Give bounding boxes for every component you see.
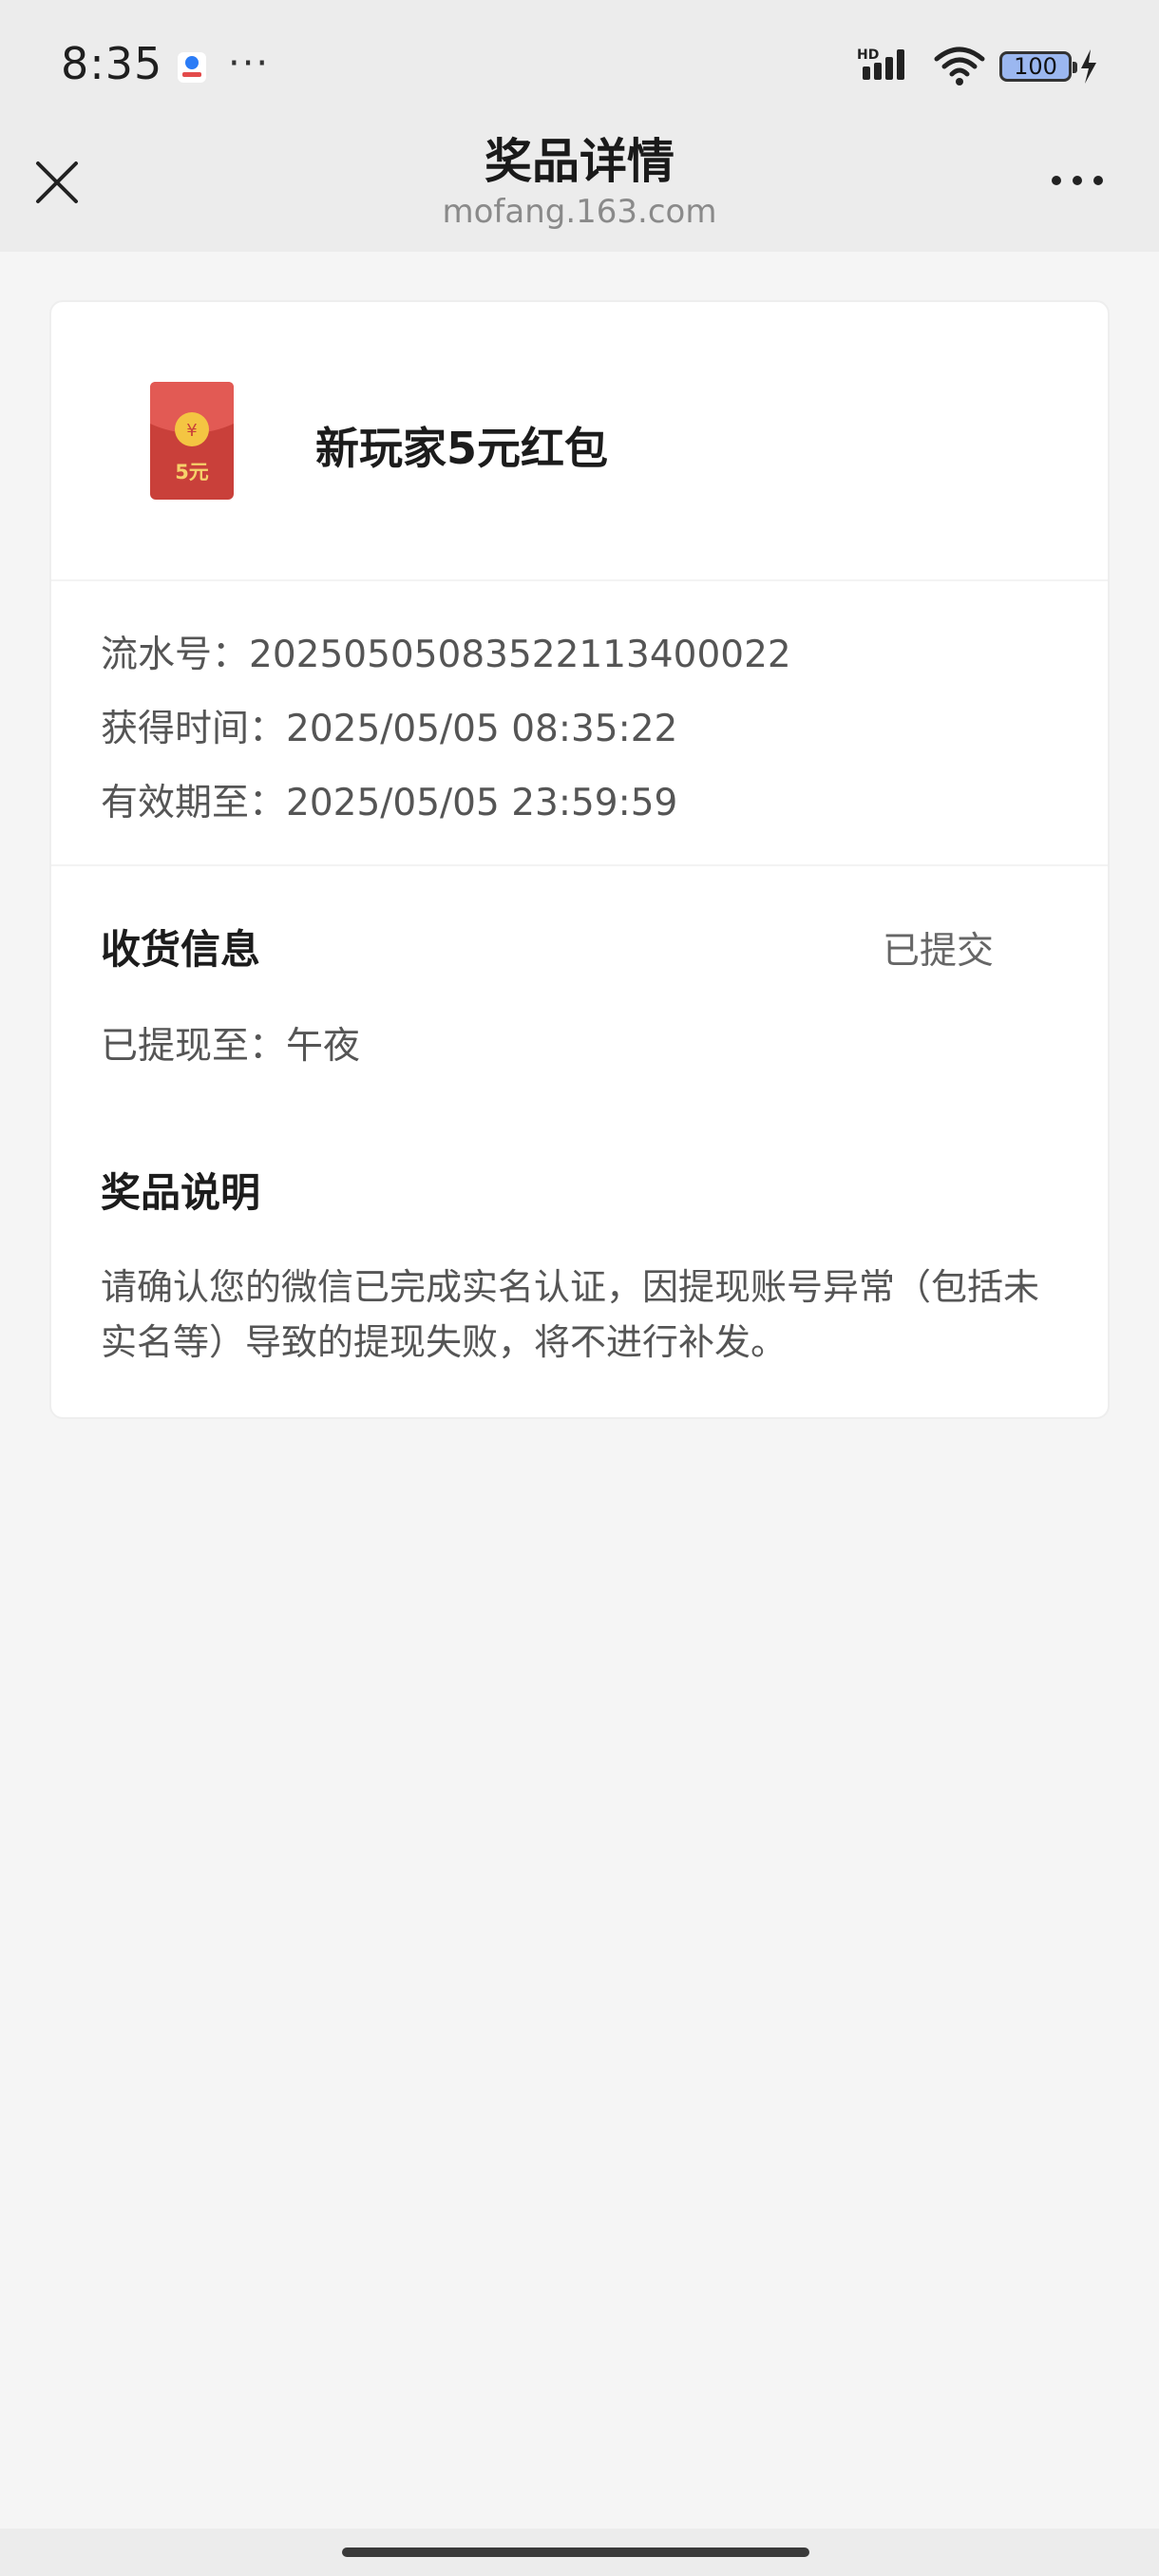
expiry-value: 2025/05/05 23:59:59 bbox=[286, 782, 678, 824]
prize-card: ¥ 5元 新玩家5元红包 流水号：2025050508352211340002​… bbox=[49, 300, 1110, 1419]
svg-text:HD: HD bbox=[857, 47, 879, 63]
serial-number-value: 2025050508352211340002​2 bbox=[249, 634, 791, 676]
wifi-icon bbox=[934, 47, 985, 85]
withdraw-label: 已提现至： bbox=[101, 1025, 287, 1068]
submission-status: 已提交 bbox=[882, 930, 994, 973]
page-title: 奖品详情 bbox=[484, 134, 674, 189]
prize-description-title: 奖品说明 bbox=[101, 1169, 261, 1216]
envelope-label: 5元 bbox=[175, 461, 209, 483]
serial-number-label: 流水号： bbox=[101, 634, 250, 676]
obtained-time-row: 获得时间：2025/05/05 08:35:22 bbox=[101, 699, 677, 752]
page-url: mofang.163.com bbox=[442, 193, 717, 231]
status-time: 8:35 bbox=[61, 38, 163, 89]
more-icon[interactable] bbox=[1047, 161, 1108, 199]
withdraw-value: 午夜 bbox=[286, 1025, 361, 1068]
obtained-time-label: 获得时间： bbox=[101, 708, 287, 750]
home-indicator[interactable] bbox=[342, 2548, 809, 2557]
serial-number-row: 流水号：2025050508352211340002​2 bbox=[101, 625, 791, 678]
charging-icon bbox=[1081, 49, 1096, 84]
status-dots: ··· bbox=[228, 42, 271, 85]
coin-symbol: ¥ bbox=[186, 421, 197, 441]
expiry-label: 有效期至： bbox=[101, 782, 287, 824]
expiry-row: 有效期至：2025/05/05 23:59:59 bbox=[101, 773, 677, 826]
hd-signal-icon: HD bbox=[857, 47, 904, 80]
delivery-info-title: 收货信息 bbox=[101, 926, 261, 973]
prize-name: 新玩家5元红包 bbox=[315, 423, 609, 474]
prize-description-text: 请确认您的微信已完成实名认证，因提现账号异常（包括未实名等）导致的提现失败，将不… bbox=[101, 1266, 1040, 1363]
battery-icon: 100 bbox=[999, 51, 1077, 82]
app-notification-icon bbox=[178, 52, 206, 83]
red-envelope-icon: ¥ 5元 bbox=[150, 382, 234, 500]
divider bbox=[51, 864, 1108, 866]
divider bbox=[51, 579, 1108, 581]
obtained-time-value: 2025/05/05 08:35:22 bbox=[286, 708, 678, 750]
withdraw-row: 已提现至：午夜 bbox=[101, 1016, 360, 1070]
